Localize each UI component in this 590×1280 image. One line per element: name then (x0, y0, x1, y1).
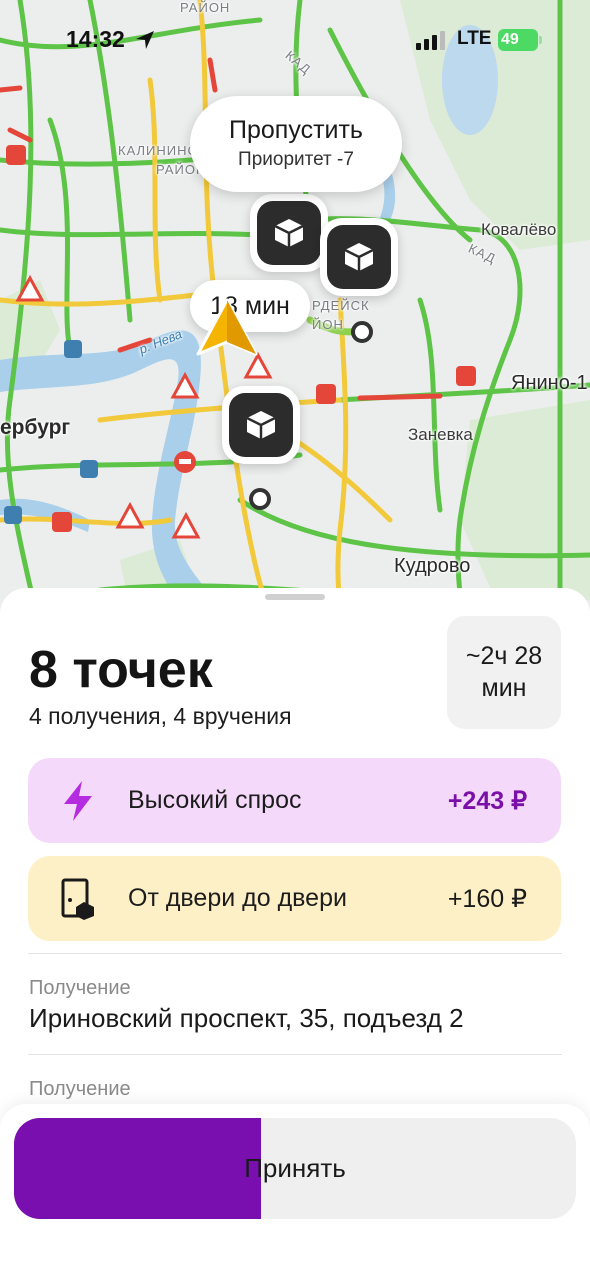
point-address[interactable]: Ириновский проспект, 35, подъезд 2 (29, 1003, 464, 1034)
order-title: 8 точек (29, 641, 213, 699)
priority-label: Приоритет -7 (238, 149, 354, 170)
pickup-pin[interactable] (250, 194, 328, 272)
map-label-district: ЙОН (312, 317, 344, 332)
bonus-amount: +243 ₽ (447, 786, 527, 815)
screen: КАД КАД РАЙОН КАЛИНИНС РАЙОН РДЕЙСК ЙОН … (0, 0, 590, 1280)
map[interactable]: КАД КАД РАЙОН КАЛИНИНС РАЙОН РДЕЙСК ЙОН … (0, 0, 590, 630)
status-time: 14:32 (66, 26, 125, 52)
map-label-district: РДЕЙСК (312, 298, 370, 313)
divider (28, 1054, 562, 1055)
map-label-locality: Заневка (408, 425, 473, 444)
navigation-arrow-icon (196, 298, 258, 356)
pickup-pin[interactable] (222, 386, 300, 464)
map-label-district: КАЛИНИНС (118, 143, 198, 158)
order-subtitle: 4 получения, 4 вручения (29, 703, 292, 729)
point-type: Получение (29, 1078, 131, 1100)
order-duration: ~2ч 28 мин (447, 616, 561, 729)
bonus-label: Высокий спрос (128, 786, 302, 814)
high-demand-bonus[interactable]: Высокий спрос +243 ₽ (28, 758, 561, 843)
map-label-locality: Кудрово (394, 555, 471, 577)
bonus-label: От двери до двери (128, 884, 347, 912)
skip-bubble[interactable]: Пропустить Приоритет -7 (190, 96, 402, 192)
route-point-dot[interactable] (351, 321, 373, 343)
door-to-door-bonus[interactable]: От двери до двери +160 ₽ (28, 856, 561, 941)
network-type: LTE (457, 28, 492, 49)
accept-label: Принять (244, 1153, 346, 1183)
signal-icon (416, 31, 445, 50)
route-point-dot[interactable] (249, 488, 271, 510)
divider (28, 953, 562, 954)
box-icon (344, 243, 374, 271)
bonus-amount: +160 ₽ (447, 884, 527, 913)
accept-button[interactable]: Принять (14, 1118, 576, 1219)
map-label-district: РАЙОН (180, 0, 231, 15)
battery-icon: 49 (498, 29, 542, 51)
map-label-locality: Янино-1 (511, 372, 588, 394)
lightning-icon (64, 780, 92, 821)
box-icon (246, 411, 276, 439)
pickup-pin[interactable] (320, 218, 398, 296)
point-type: Получение (29, 977, 131, 999)
sheet-grabber[interactable] (265, 594, 325, 600)
door-box-icon (61, 878, 94, 920)
location-arrow-icon (136, 31, 154, 49)
skip-label: Пропустить (229, 116, 363, 144)
footer: Принять (0, 1104, 590, 1280)
box-icon (274, 219, 304, 247)
map-label-locality: Ковалёво (481, 220, 557, 239)
map-label-city: ербург (0, 416, 71, 439)
status-bar: 14:32 LTE 49 (0, 22, 590, 58)
